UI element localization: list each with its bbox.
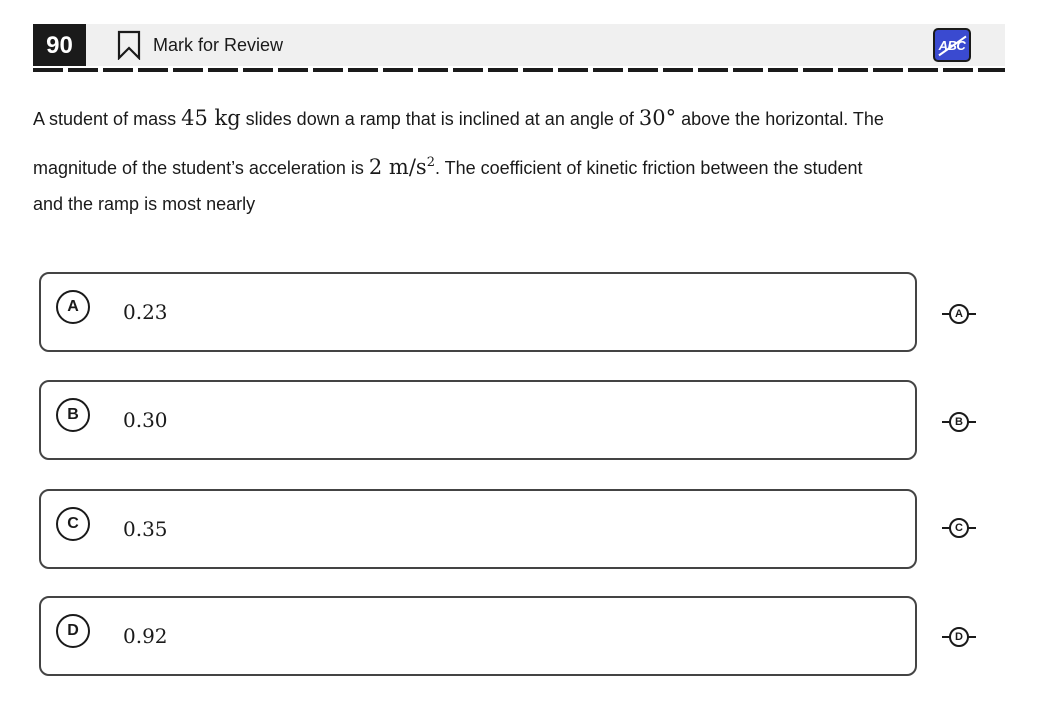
- acceleration-unit: 2 m/s: [368, 155, 427, 179]
- question-header: 90 Mark for Review ABC: [33, 24, 1005, 66]
- mark-for-review-label: Mark for Review: [153, 34, 284, 55]
- option-value-c: 0.35: [123, 517, 168, 541]
- question-text-part: . The coefficient of kinetic friction be…: [434, 158, 863, 178]
- question-text: A student of mass 45 kg slides down a ra…: [33, 96, 993, 222]
- bookmark-icon: [117, 30, 141, 60]
- question-line-2: magnitude of the student’s acceleration …: [33, 141, 993, 190]
- question-line-1: A student of mass 45 kg slides down a ra…: [33, 96, 993, 141]
- strike-letter-b: B: [949, 412, 969, 432]
- option-letter-a: A: [56, 290, 90, 324]
- abc-strikethrough-icon: ABC: [938, 37, 966, 53]
- answer-option-b[interactable]: B 0.30: [39, 380, 917, 460]
- option-letter-b: B: [56, 398, 90, 432]
- eliminate-option-b-button[interactable]: B: [942, 410, 976, 434]
- answer-option-a[interactable]: A 0.23: [39, 272, 917, 352]
- question-line-3: and the ramp is most nearly: [33, 194, 256, 214]
- strike-letter-c: C: [949, 518, 969, 538]
- mark-for-review-button[interactable]: Mark for Review: [117, 24, 283, 66]
- option-value-d: 0.92: [123, 624, 168, 648]
- option-value-b: 0.30: [123, 408, 168, 432]
- question-text-part: A student of mass: [33, 109, 182, 129]
- option-letter-c: C: [56, 507, 90, 541]
- answer-option-d[interactable]: D 0.92: [39, 596, 917, 676]
- header-divider: [33, 68, 1005, 72]
- strike-letter-d: D: [949, 627, 969, 647]
- eliminate-option-c-button[interactable]: C: [942, 516, 976, 540]
- angle-value: 30°: [638, 106, 677, 130]
- mass-value: 45 kg: [181, 106, 241, 130]
- answer-option-c[interactable]: C 0.35: [39, 489, 917, 569]
- strike-letter-a: A: [949, 304, 969, 324]
- question-text-part: magnitude of the student’s acceleration …: [33, 158, 369, 178]
- acceleration-exponent: 2: [426, 155, 435, 170]
- question-text-part: slides down a ramp that is inclined at a…: [240, 109, 639, 129]
- eliminate-option-a-button[interactable]: A: [942, 302, 976, 326]
- question-number: 90: [33, 24, 86, 66]
- abc-strikethrough-toggle[interactable]: ABC: [933, 28, 971, 62]
- question-text-part: above the horizontal. The: [676, 109, 884, 129]
- acceleration-value: 2 m/s2: [369, 155, 435, 179]
- option-letter-d: D: [56, 614, 90, 648]
- option-value-a: 0.23: [123, 300, 168, 324]
- eliminate-option-d-button[interactable]: D: [942, 625, 976, 649]
